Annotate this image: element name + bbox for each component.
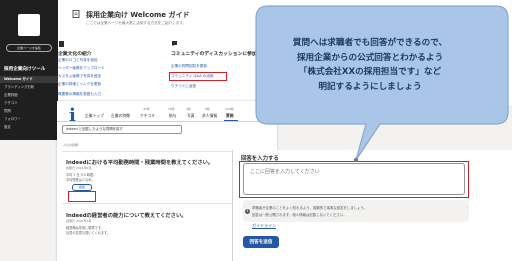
- sidebar-item-ratings[interactable]: 企業評価: [0, 92, 58, 99]
- sidebar-item-branding[interactable]: ブランディング分析: [0, 84, 58, 91]
- tab-salary[interactable]: 給与: [169, 113, 177, 119]
- tab-company-top[interactable]: 企業トップ: [85, 113, 104, 119]
- sidebar-section-title: 採用企業向けツール: [4, 67, 46, 72]
- answer-textarea-highlight: [239, 161, 469, 198]
- guide-link[interactable]: 概要等の情報を英語も入力: [58, 92, 101, 97]
- tab-questions[interactable]: 質問: [226, 113, 234, 119]
- submit-answer-button[interactable]: 回答を送信: [243, 236, 279, 248]
- tab-photos[interactable]: 写真: [187, 113, 195, 119]
- chat-icon: [172, 41, 177, 47]
- sidebar: 企業ページを編集 採用企業向けツール Welcome ガイド ブランディング分析…: [0, 0, 58, 140]
- guide-link[interactable]: ヘッダー画像をアップロード: [58, 66, 105, 71]
- guide-link[interactable]: カスタム画像で写真を追加: [58, 74, 101, 79]
- guide-link[interactable]: クチコミに返信: [171, 84, 196, 89]
- company-avatar[interactable]: [18, 14, 40, 36]
- guide-title: 採用企業向け Welcome ガイド: [86, 11, 190, 19]
- sidebar-item-followers[interactable]: フォロワー: [0, 116, 58, 123]
- answer-button-highlight: [68, 191, 96, 202]
- guidelines-link[interactable]: ガイドライン: [252, 223, 276, 229]
- answer-panel: 回答を入力する ! 求職者が企業のことをよく知れるよう、客観的で事実な回答をしま…: [232, 150, 512, 261]
- answer-preview: 平均残業は少なめ。: [66, 178, 95, 182]
- question-title[interactable]: Indeedの経営者の能力について教えてください。: [66, 211, 187, 219]
- question-meta: 質問日 2021年4月: [66, 166, 92, 170]
- question-title[interactable]: Indeedにおける平均勤務時間・残業時間を教えてください。: [66, 158, 213, 166]
- sidebar-item-reviews[interactable]: クチコミ: [0, 100, 58, 107]
- tab-jobs[interactable]: 求人情報: [202, 113, 217, 119]
- tab-company-features[interactable]: 企業の特徴: [111, 113, 130, 119]
- guidance-text: 回答は一般公開されます。個人情報は記載しないでください。: [252, 213, 347, 217]
- community-section-title: コミュニティのディスカッションに参加: [171, 52, 257, 57]
- tab-count: 4件: [186, 107, 191, 111]
- tab-reviews[interactable]: クチコミ: [140, 113, 155, 119]
- welcome-guide: 採用企業向け Welcome ガイド ここでは企業ページを最大限に活用する方法を…: [58, 0, 512, 105]
- question-card[interactable]: Indeedの経営者の能力について教えてください。 質問日 2021年3月 経営…: [62, 205, 232, 255]
- guidance-text: 求職者が企業のことをよく知れるよう、客観的で事実な回答をしましょう。: [252, 206, 368, 210]
- guide-link[interactable]: 企業の質問回答を更新: [171, 64, 207, 69]
- info-icon: !: [245, 209, 250, 214]
- tab-count: 8件: [205, 107, 210, 111]
- building-icon: [59, 41, 64, 47]
- question-search-input[interactable]: Indeed と回答したような質問を探す: [62, 125, 182, 134]
- guide-link[interactable]: 企業の詳細とリンクを更新: [58, 82, 101, 87]
- answer-guidance-box: ! 求職者が企業のことをよく知れるよう、客観的で事実な回答をしましょう。 回答は…: [243, 200, 469, 222]
- tab-count: 45件: [143, 107, 150, 111]
- question-meta: 質問日 2021年3月: [66, 219, 92, 223]
- community-qa-highlight: [169, 72, 227, 81]
- tab-count: 100件: [225, 107, 234, 111]
- answer-preview: 社員の意見も聞いてくれます。: [66, 231, 111, 235]
- question-list-label: 人気の質問: [63, 143, 79, 147]
- document-icon: [72, 10, 80, 18]
- answer-button[interactable]: 回答: [72, 184, 92, 191]
- sidebar-item-questions[interactable]: 質問: [0, 108, 58, 115]
- indeed-logo-icon[interactable]: i: [69, 105, 76, 126]
- tab-count: 16件: [168, 107, 175, 111]
- sidebar-item-settings[interactable]: 設定: [0, 124, 58, 131]
- guide-subtitle: ここでは企業ページを最大限に活用する方法をご紹介します。: [86, 21, 187, 25]
- guide-link[interactable]: 企業のロゴと写真を追加: [58, 58, 98, 63]
- company-nav-tabs: 企業トップ 企業の特徴 45件 クチコミ 16件 給与 4件 写真 8件 求人情…: [85, 107, 277, 122]
- employer-portal: 企業ページを編集 採用企業向けツール Welcome ガイド ブランディング分析…: [0, 0, 512, 261]
- nav-divider: [57, 121, 277, 122]
- sidebar-item-welcome-guide[interactable]: Welcome ガイド: [0, 76, 58, 83]
- culture-section-title: 企業文化の紹介: [58, 52, 92, 57]
- edit-company-page-button[interactable]: 企業ページを編集: [6, 44, 52, 52]
